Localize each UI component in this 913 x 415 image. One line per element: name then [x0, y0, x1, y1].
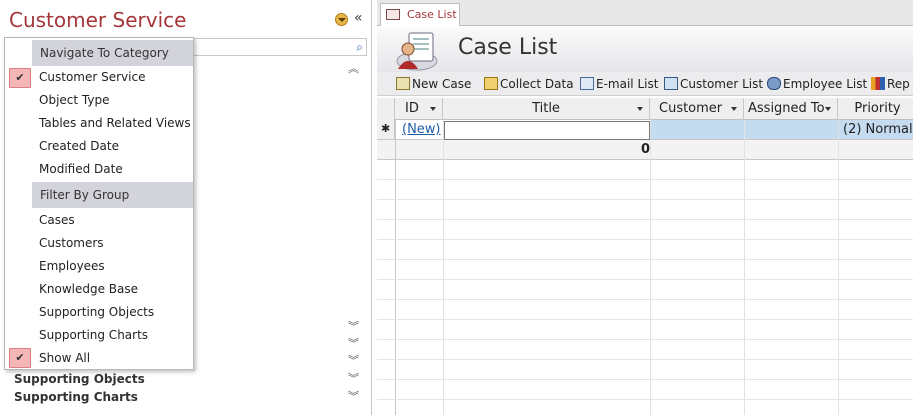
- expand-group-icon[interactable]: ︾: [348, 355, 359, 366]
- grid-line: [377, 299, 913, 300]
- employees-icon: [767, 77, 781, 90]
- record-selector[interactable]: ✱: [377, 120, 395, 140]
- nav-group-supporting-objects[interactable]: Supporting Objects: [14, 372, 145, 386]
- menu-item-show-all[interactable]: Show All: [39, 351, 90, 365]
- datasheet: ID Title Customer Assigned To Priority ✱…: [377, 98, 913, 415]
- title-total-value: 0: [641, 142, 651, 157]
- nav-pane-title[interactable]: Customer Service: [9, 8, 186, 32]
- sort-filter-arrow-icon[interactable]: [430, 107, 436, 111]
- menu-item-customers[interactable]: Customers: [39, 236, 104, 250]
- sort-filter-arrow-icon[interactable]: [637, 107, 643, 111]
- menu-item-created-date[interactable]: Created Date: [39, 139, 119, 153]
- sort-filter-arrow-icon[interactable]: [731, 107, 737, 111]
- grid-line: [377, 379, 913, 380]
- employee-list-button[interactable]: Employee List: [767, 77, 867, 91]
- menu-header-navigate-to-category: Navigate To Category: [32, 40, 193, 66]
- column-header-title[interactable]: Title: [443, 98, 650, 120]
- email-list-button[interactable]: E-mail List: [580, 77, 658, 91]
- title-cell[interactable]: [444, 121, 650, 140]
- grid-line: [377, 399, 913, 400]
- expand-group-icon[interactable]: ︾: [348, 373, 359, 384]
- menu-header-filter-by-group: Filter By Group: [32, 182, 193, 208]
- priority-cell[interactable]: (2) Normal: [839, 120, 913, 140]
- nav-menu-dropdown-button[interactable]: [335, 13, 348, 26]
- customer-list-button[interactable]: Customer List: [664, 77, 763, 91]
- menu-item-tables-and-related-views[interactable]: Tables and Related Views: [39, 116, 191, 130]
- navigation-options-menu: Navigate To Category ✔ Customer Service …: [4, 37, 194, 370]
- expand-group-icon[interactable]: ︾: [348, 338, 359, 349]
- checkmark-icon: ✔: [9, 68, 31, 88]
- reports-button[interactable]: Rep: [871, 77, 910, 91]
- column-header-id[interactable]: ID: [395, 98, 443, 120]
- column-header-row: ID Title Customer Assigned To Priority: [377, 98, 913, 120]
- menu-item-employees[interactable]: Employees: [39, 259, 105, 273]
- grid-line: [377, 339, 913, 340]
- select-all-corner[interactable]: [377, 98, 395, 120]
- grid-line: [377, 319, 913, 320]
- grid-line: [395, 120, 396, 415]
- document-area: Case List Case List New Case Collect Dat…: [377, 0, 913, 415]
- report-chart-icon: [871, 77, 885, 90]
- form-icon: [386, 9, 400, 20]
- collect-data-button[interactable]: Collect Data: [484, 77, 574, 91]
- expand-group-icon[interactable]: ︾: [348, 321, 359, 332]
- tab-label: Case List: [407, 8, 457, 21]
- navigation-pane: Customer Service « ⌕ ︽ ︾ ︾ ︾ Supporting …: [0, 0, 372, 415]
- checkmark-icon: ✔: [9, 348, 31, 368]
- document-tab-bar: Case List: [377, 0, 913, 26]
- grid-line: [377, 279, 913, 280]
- form-header: Case List: [377, 27, 913, 72]
- case-list-icon: [396, 32, 438, 71]
- menu-item-cases[interactable]: Cases: [39, 213, 75, 227]
- menu-item-supporting-objects[interactable]: Supporting Objects: [39, 305, 154, 319]
- customer-list-icon: [664, 77, 678, 90]
- assigned-to-cell[interactable]: [745, 120, 838, 140]
- grid-line: [744, 120, 745, 415]
- grid-line: [650, 120, 651, 415]
- menu-item-customer-service[interactable]: Customer Service: [39, 70, 145, 84]
- grid-line: [377, 199, 913, 200]
- menu-item-modified-date[interactable]: Modified Date: [39, 162, 123, 176]
- id-cell[interactable]: (New): [395, 120, 443, 140]
- nav-group-supporting-charts[interactable]: Supporting Charts: [14, 390, 138, 404]
- search-icon[interactable]: ⌕: [356, 40, 363, 55]
- form-toolbar: New Case Collect Data E-mail List Custom…: [377, 72, 913, 96]
- search-input[interactable]: ⌕: [192, 38, 367, 56]
- column-header-customer[interactable]: Customer: [650, 98, 744, 120]
- expand-group-icon[interactable]: ︾: [348, 391, 359, 402]
- collapse-group-icon[interactable]: ︽: [348, 63, 359, 74]
- email-icon: [580, 77, 594, 90]
- column-header-assigned-to[interactable]: Assigned To: [744, 98, 838, 120]
- customer-cell[interactable]: [651, 120, 744, 140]
- grid-line: [377, 239, 913, 240]
- grid-line: [443, 120, 444, 415]
- collapse-pane-button[interactable]: «: [354, 10, 363, 26]
- grid-line: [377, 219, 913, 220]
- totals-row: 0: [377, 140, 913, 160]
- new-case-button[interactable]: New Case: [396, 77, 471, 91]
- menu-item-supporting-charts[interactable]: Supporting Charts: [39, 328, 148, 342]
- menu-item-knowledge-base[interactable]: Knowledge Base: [39, 282, 138, 296]
- form-title: Case List: [458, 35, 558, 60]
- menu-item-object-type[interactable]: Object Type: [39, 93, 109, 107]
- tab-case-list[interactable]: Case List: [380, 3, 460, 26]
- collect-data-icon: [484, 77, 498, 90]
- grid-line: [377, 179, 913, 180]
- grid-line: [377, 359, 913, 360]
- new-record-icon: [396, 77, 410, 90]
- column-header-priority[interactable]: Priority: [838, 98, 913, 120]
- grid-line: [838, 120, 839, 415]
- grid-line: [377, 259, 913, 260]
- sort-filter-arrow-icon[interactable]: [825, 107, 831, 111]
